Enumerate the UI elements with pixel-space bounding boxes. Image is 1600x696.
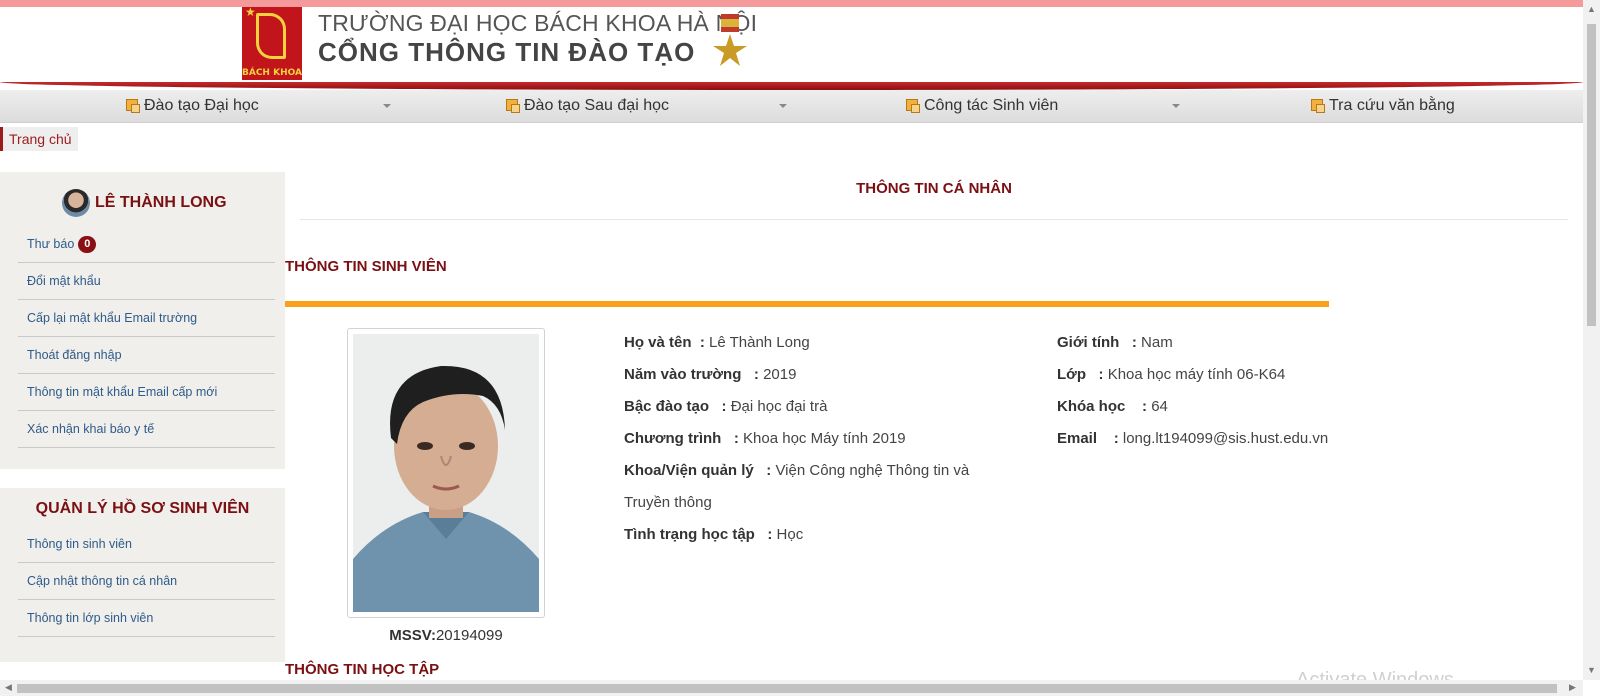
folder-icon bbox=[1311, 99, 1325, 113]
field-program: Chương trình : Khoa học Máy tính 2019 bbox=[624, 430, 906, 447]
folder-icon bbox=[126, 99, 140, 113]
page-title: THÔNG TIN CÁ NHÂN bbox=[856, 180, 1012, 197]
field-label: Bậc đào tạo bbox=[624, 398, 710, 415]
sidebar-item-reset-email-password[interactable]: Cấp lại mật khẩu Email trường bbox=[18, 300, 275, 337]
site-header: ★ BÁCH KHOA TRƯỜNG ĐẠI HỌC BÁCH KHOA HÀ … bbox=[0, 5, 1583, 85]
scroll-up-icon[interactable]: ▲ bbox=[1587, 4, 1596, 14]
nav-label: Đào tạo Sau đại học bbox=[524, 97, 669, 114]
field-value: Học bbox=[776, 526, 804, 543]
field-email: Email : long.lt194099@sis.hust.edu.vn bbox=[1057, 430, 1329, 447]
field-value: Truyền thông bbox=[624, 494, 712, 511]
field-label: Giới tính bbox=[1057, 334, 1120, 351]
field-label: Họ và tên bbox=[624, 334, 692, 351]
field-value: Khoa học máy tính 06-K64 bbox=[1107, 366, 1286, 383]
university-name: TRƯỜNG ĐẠI HỌC BÁCH KHOA HÀ NỘI bbox=[318, 10, 758, 36]
sidebar-item-inbox[interactable]: Thư báo 0 bbox=[18, 226, 275, 263]
field-education-level: Bậc đào tạo : Đại học đại trà bbox=[624, 398, 828, 415]
logo-mark bbox=[256, 13, 286, 59]
nav-undergraduate[interactable]: Đào tạo Đại học bbox=[126, 90, 259, 122]
student-id-value: 20194099 bbox=[435, 627, 503, 644]
sidebar-item-class-info[interactable]: Thông tin lớp sinh viên bbox=[18, 600, 275, 637]
avatar bbox=[62, 188, 90, 217]
user-name-heading: LÊ THÀNH LONG bbox=[62, 188, 227, 218]
section-student-info: THÔNG TIN SINH VIÊN bbox=[285, 258, 447, 275]
horizontal-scrollbar[interactable]: ◀ ▶ bbox=[0, 680, 1583, 696]
user-menu: Thư báo 0 Đổi mật khẩu Cấp lại mật khẩu E… bbox=[18, 226, 275, 448]
sidebar-item-health-declaration[interactable]: Xác nhận khai báo y tế bbox=[18, 411, 275, 448]
field-label: Năm vào trường bbox=[624, 366, 742, 383]
field-value: Lê Thành Long bbox=[709, 334, 810, 351]
sidebar-item-label: Thư báo bbox=[27, 237, 75, 251]
scroll-right-icon[interactable]: ▶ bbox=[1569, 682, 1576, 693]
nav-label: Đào tạo Đại học bbox=[144, 97, 259, 114]
field-value: Viện Công nghệ Thông tin và bbox=[775, 462, 970, 479]
field-faculty: Khoa/Viện quản lý : Viện Công nghệ Thông… bbox=[624, 462, 970, 479]
nav-student-affairs[interactable]: Công tác Sinh viên bbox=[906, 90, 1058, 122]
nav-label: Tra cứu văn bằng bbox=[1329, 97, 1455, 114]
sidebar-item-new-email-password[interactable]: Thông tin mật khẩu Email cấp mới bbox=[18, 374, 275, 411]
chevron-down-icon[interactable] bbox=[779, 104, 787, 108]
field-label: Lớp bbox=[1057, 366, 1086, 383]
top-stripe bbox=[0, 0, 1583, 7]
student-id-label: MSSV: bbox=[389, 627, 436, 644]
folder-icon bbox=[906, 99, 920, 113]
horizontal-scroll-thumb[interactable] bbox=[17, 684, 1557, 693]
scroll-down-icon[interactable]: ▼ bbox=[1587, 665, 1596, 675]
field-class: Lớp : Khoa học máy tính 06-K64 bbox=[1057, 366, 1286, 383]
field-enrollment-year: Năm vào trường : 2019 bbox=[624, 366, 797, 383]
vertical-scrollbar[interactable]: ▲ ▼ bbox=[1583, 0, 1600, 680]
field-value: Khoa học Máy tính 2019 bbox=[743, 430, 906, 447]
section-study-info: THÔNG TIN HỌC TẬP bbox=[285, 661, 440, 678]
student-photo bbox=[353, 334, 539, 612]
field-full-name: Họ và tên : Lê Thành Long bbox=[624, 334, 810, 351]
student-id: MSSV:20194099 bbox=[347, 627, 545, 644]
sidebar-item-change-password[interactable]: Đổi mật khẩu bbox=[18, 263, 275, 300]
student-photo-frame bbox=[347, 328, 545, 618]
nav-postgraduate[interactable]: Đào tạo Sau đại học bbox=[506, 90, 669, 122]
chevron-down-icon[interactable] bbox=[383, 104, 391, 108]
portrait-image bbox=[353, 334, 539, 612]
breadcrumb-home[interactable]: Trang chủ bbox=[0, 127, 78, 151]
field-study-status: Tình trạng học tập : Học bbox=[624, 526, 804, 543]
sidebar-item-update-personal-info[interactable]: Cập nhật thông tin cá nhân bbox=[18, 563, 275, 600]
field-label: Chương trình bbox=[624, 430, 722, 447]
divider bbox=[300, 219, 1568, 220]
scroll-left-icon[interactable]: ◀ bbox=[5, 682, 12, 693]
field-label: Khóa học bbox=[1057, 398, 1126, 415]
chevron-down-icon[interactable] bbox=[1172, 104, 1180, 108]
logo-text: BÁCH KHOA bbox=[242, 68, 302, 78]
field-label: Email bbox=[1057, 430, 1098, 447]
nav-label: Công tác Sinh viên bbox=[924, 97, 1059, 114]
section-divider bbox=[285, 301, 1329, 307]
field-value: long.lt194099@sis.hust.edu.vn bbox=[1122, 430, 1329, 447]
nav-diploma-lookup[interactable]: Tra cứu văn bằng bbox=[1311, 90, 1455, 122]
sidebar-item-logout[interactable]: Thoát đăng nhập bbox=[18, 337, 275, 374]
records-menu: Thông tin sinh viên Cập nhật thông tin c… bbox=[18, 526, 275, 637]
folder-icon bbox=[506, 99, 520, 113]
university-logo[interactable]: ★ BÁCH KHOA bbox=[242, 5, 302, 80]
field-gender: Giới tính : Nam bbox=[1057, 334, 1173, 351]
medal-icon bbox=[713, 14, 747, 66]
inbox-count-badge: 0 bbox=[78, 236, 97, 253]
field-value: 64 bbox=[1151, 398, 1168, 415]
user-sidebar: LÊ THÀNH LONG Thư báo 0 Đổi mật khẩu Cấp … bbox=[0, 172, 285, 469]
star-icon: ★ bbox=[245, 5, 256, 19]
field-label: Khoa/Viện quản lý bbox=[624, 462, 754, 479]
field-faculty-continued: Truyền thông bbox=[624, 494, 712, 511]
records-sidebar: QUẢN LÝ HỒ SƠ SINH VIÊN Thông tin sinh v… bbox=[0, 488, 285, 662]
field-course: Khóa học : 64 bbox=[1057, 398, 1168, 415]
user-name: LÊ THÀNH LONG bbox=[95, 194, 227, 211]
main-nav: Đào tạo Đại học Đào tạo Sau đại học Công… bbox=[0, 90, 1583, 123]
field-value: Đại học đại trà bbox=[730, 398, 828, 415]
header-divider bbox=[0, 82, 1583, 90]
records-title: QUẢN LÝ HỒ SƠ SINH VIÊN bbox=[35, 500, 250, 517]
field-value: 2019 bbox=[763, 366, 797, 383]
field-label: Tình trạng học tập bbox=[624, 526, 755, 543]
field-value: Nam bbox=[1141, 334, 1173, 351]
portal-title: CỔNG THÔNG TIN ĐÀO TẠO bbox=[318, 37, 696, 67]
vertical-scroll-thumb[interactable] bbox=[1587, 24, 1596, 326]
sidebar-item-student-info[interactable]: Thông tin sinh viên bbox=[18, 526, 275, 563]
